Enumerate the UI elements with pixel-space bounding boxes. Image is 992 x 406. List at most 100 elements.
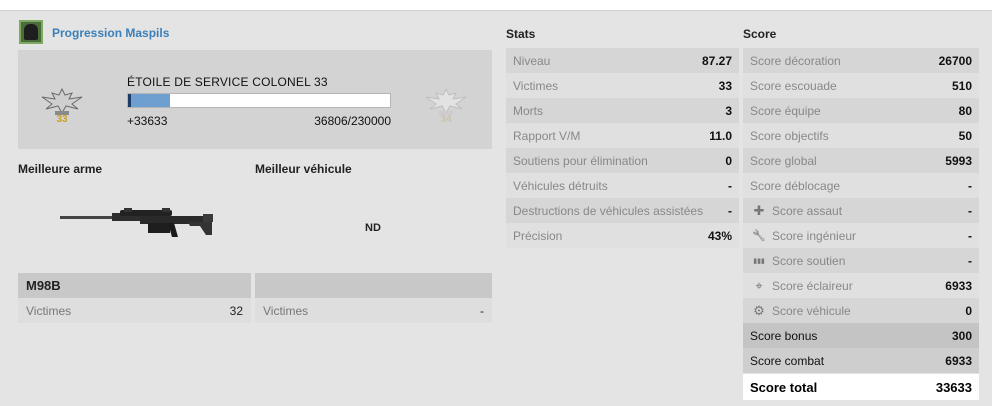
stat-value: 33: [718, 78, 732, 93]
score-row: ⌖ Score éclaireur 6933: [743, 273, 979, 298]
score-row: Score escouade 510: [743, 73, 979, 98]
ammo-icon: ▮▮▮: [753, 257, 765, 265]
stat-row: Destructions de véhicules assistées -: [506, 198, 739, 223]
stat-label: Victimes: [513, 79, 558, 93]
plus-icon: ✚: [753, 202, 765, 218]
best-vehicle-card[interactable]: Victimes -: [255, 273, 492, 323]
stat-label: Soutiens pour élimination: [513, 154, 648, 168]
stat-label-text: Précision: [513, 228, 563, 243]
score-combat-value: 6933: [945, 353, 972, 368]
score-row: ▮▮▮ Score soutien -: [743, 248, 979, 273]
score-label-text: Score global: [750, 153, 817, 168]
stat-label-text: Niveau: [513, 53, 551, 68]
score-label-text: Score soutien: [772, 253, 846, 268]
stat-value: -: [728, 178, 732, 193]
score-value: 5993: [945, 153, 972, 168]
score-row: Score déblocage -: [743, 173, 979, 198]
score-value: -: [968, 203, 972, 218]
score-label-text: Score décoration: [750, 53, 841, 68]
score-value: -: [968, 178, 972, 193]
score-row: ✚ Score assaut -: [743, 198, 979, 223]
stat-label-text: Rapport V/M: [513, 128, 581, 143]
best-weapon-title: Meilleure arme: [18, 162, 103, 176]
weapon-kills-value: 32: [229, 304, 243, 318]
score-row: Score global 5993: [743, 148, 979, 173]
stats-table: Niveau 87.27 Victimes 33 Morts 3 Rapport V/M 11…: [506, 48, 739, 248]
score-bonus-value: 300: [951, 328, 972, 343]
stat-row: Morts 3: [506, 98, 739, 123]
stat-value: 0: [725, 153, 732, 168]
sniper-rifle-icon: [60, 207, 215, 248]
weapon-kills-row: Victimes 32: [18, 298, 251, 323]
best-weapon-card[interactable]: M98B Victimes 32: [18, 273, 251, 323]
score-label: Score global: [750, 154, 817, 168]
weapon-name: M98B: [18, 273, 251, 298]
score-value: 510: [951, 78, 972, 93]
next-rank-insignia-icon: 34: [422, 87, 470, 131]
stat-value: 87.27: [701, 53, 732, 68]
vehicle-kills-row: Victimes -: [255, 298, 492, 323]
score-value: -: [968, 253, 972, 268]
score-label: ⚙ Score véhicule: [750, 303, 851, 319]
stat-row: Précision 43%: [506, 223, 739, 248]
score-label: Score escouade: [750, 79, 837, 93]
stat-value: 11.0: [709, 128, 732, 143]
stat-value: -: [728, 203, 732, 218]
score-table: Score décoration 26700 Score escouade 510 Sc…: [743, 48, 979, 400]
stat-value: 3: [725, 103, 732, 118]
player-avatar[interactable]: [19, 20, 43, 44]
vehicle-not-available: ND: [365, 222, 381, 234]
score-row: 🔧 Score ingénieur -: [743, 223, 979, 248]
score-label-text: Score escouade: [750, 78, 837, 93]
score-value: 50: [958, 128, 972, 143]
score-bonus-row: Score bonus 300: [743, 323, 979, 348]
next-rank-number: 34: [440, 114, 452, 125]
best-vehicle-title: Meilleur véhicule: [255, 162, 352, 176]
stat-label-text: Morts: [513, 103, 543, 118]
score-row: Score équipe 80: [743, 98, 979, 123]
stat-label-text: Véhicules détruits: [513, 178, 608, 193]
vehicle-name: [255, 273, 492, 298]
score-total-row: Score total 33633: [743, 374, 979, 400]
score-row: Score objectifs 50: [743, 123, 979, 148]
score-label: ▮▮▮ Score soutien: [750, 254, 845, 268]
rank-title: ÉTOILE DE SERVICE COLONEL 33: [127, 75, 328, 89]
stat-label: Rapport V/M: [513, 129, 580, 143]
stat-label: Précision: [513, 229, 562, 243]
score-label-text: Score assaut: [772, 203, 843, 218]
stat-row: Véhicules détruits -: [506, 173, 739, 198]
xp-gain: +33633: [127, 114, 168, 128]
player-progression-link[interactable]: Progression Maspils: [52, 26, 169, 40]
score-total-value: 33633: [935, 379, 972, 395]
weapon-kills-label: Victimes: [26, 304, 72, 318]
xp-total: 36806/230000: [314, 114, 391, 128]
crosshair-icon: ⌖: [755, 277, 763, 293]
stat-label-text: Victimes: [513, 78, 559, 93]
stats-title: Stats: [506, 27, 536, 41]
stat-row: Rapport V/M 11.0: [506, 123, 739, 148]
rank-progress-fill: [128, 94, 170, 107]
stat-label-text: Destructions de véhicules assistées: [513, 203, 704, 218]
rank-progress-box: 33 ÉTOILE DE SERVICE COLONEL 33 +33633 3…: [18, 50, 492, 149]
stat-label-text: Soutiens pour élimination: [513, 153, 648, 168]
score-label-text: Score véhicule: [772, 303, 851, 318]
score-value: 80: [958, 103, 972, 118]
score-label: ✚ Score assaut: [750, 202, 843, 219]
score-value: 6933: [945, 278, 972, 293]
score-total-label-text: Score total: [750, 379, 818, 395]
score-row: ⚙ Score véhicule 0: [743, 298, 979, 323]
wrench-icon: 🔧: [752, 230, 766, 242]
score-label: ⌖ Score éclaireur: [750, 277, 853, 294]
score-row: Score décoration 26700: [743, 48, 979, 73]
score-label-text: Score éclaireur: [772, 278, 853, 293]
score-total-label: Score total: [750, 380, 817, 395]
stat-row: Soutiens pour élimination 0: [506, 148, 739, 173]
score-label: Score déblocage: [750, 179, 840, 193]
score-label-text: Score ingénieur: [772, 228, 857, 243]
current-rank-insignia-icon: 33: [38, 87, 86, 131]
score-value: -: [968, 228, 972, 243]
score-value: 26700: [938, 53, 972, 68]
score-combat-label: Score combat: [750, 354, 824, 368]
score-label-text: Score déblocage: [750, 178, 841, 193]
score-label: Score objectifs: [750, 129, 829, 143]
